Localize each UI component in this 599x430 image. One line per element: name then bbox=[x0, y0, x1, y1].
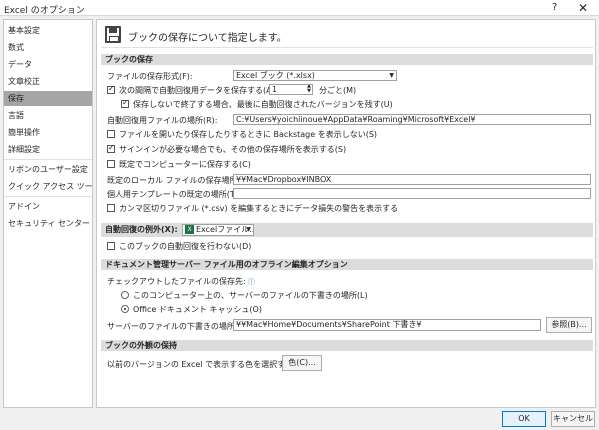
sidebar-item-data[interactable]: データ bbox=[4, 57, 92, 72]
info-icon: ⓘ bbox=[245, 278, 255, 286]
help-button[interactable]: ? bbox=[552, 2, 557, 13]
section-preserve-appearance: ブックの外観の保持 bbox=[101, 340, 593, 351]
sidebar: 基本設定 数式 データ 文章校正 保存 言語 簡単操作 詳細設定 リボンのユーザ… bbox=[3, 19, 93, 408]
colors-label-text: 以前のバージョンの Excel で表示する色を選択する: bbox=[107, 360, 296, 369]
personal-template-label: 個人用テンプレートの既定の場所(T): bbox=[107, 190, 241, 199]
sidebar-item-trust-center[interactable]: セキュリティ センター bbox=[4, 216, 92, 231]
save-to-computer-checkbox[interactable] bbox=[107, 160, 115, 168]
checkout-label: チェックアウトしたファイルの保存先: ⓘ bbox=[107, 276, 255, 288]
default-local-input[interactable]: ¥¥Mac¥Dropbox¥INBOX bbox=[233, 174, 591, 185]
window-title: Excel のオプション bbox=[4, 6, 85, 16]
chevron-down-icon: ▼ bbox=[246, 226, 251, 233]
autorecover-minutes-input[interactable]: 1 ▲ ▼ bbox=[269, 84, 313, 95]
sidebar-item-accessibility[interactable]: 簡単操作 bbox=[4, 125, 92, 140]
keep-last-checkbox[interactable] bbox=[121, 98, 129, 108]
minutes-suffix: 分ごと(M) bbox=[319, 86, 357, 95]
sidebar-item-quick-access-toolbar[interactable]: クイック アクセス ツール バー bbox=[4, 179, 92, 194]
main-panel: ブックの保存について指定します。 ブックの保存 ファイルの保存形式(F): Ex… bbox=[96, 19, 596, 408]
close-button[interactable]: ✕ bbox=[578, 1, 588, 15]
save-icon bbox=[105, 26, 121, 43]
section-save-workbooks: ブックの保存 bbox=[101, 54, 593, 65]
checkout-label-text: チェックアウトしたファイルの保存先: bbox=[107, 277, 246, 286]
disable-autorecover-label: このブックの自動回復を行わない(D) bbox=[119, 242, 252, 251]
server-drafts-radio[interactable] bbox=[121, 291, 129, 299]
drafts-location-label: サーバーのファイルの下書きの場所(V): bbox=[107, 322, 250, 331]
keep-last-label: 保存しないで終了する場合、最後に自動回復されたバージョンを残す(U) bbox=[133, 100, 393, 109]
cancel-button[interactable]: キャンセル bbox=[551, 411, 595, 427]
format-select[interactable]: Excel ブック (*.xlsx) ▼ bbox=[233, 70, 397, 81]
autorecover-location-label: 自動回復用ファイルの場所(R): bbox=[107, 116, 218, 125]
default-local-label: 既定のローカル ファイルの保存場所(I): bbox=[107, 176, 249, 185]
disable-autorecover-checkbox[interactable] bbox=[107, 242, 115, 250]
sidebar-item-general[interactable]: 基本設定 bbox=[4, 23, 92, 38]
sidebar-item-customize-ribbon[interactable]: リボンのユーザー設定 bbox=[4, 162, 92, 177]
sidebar-item-language[interactable]: 言語 bbox=[4, 108, 92, 123]
colors-label: 以前のバージョンの Excel で表示する色を選択する: ⓘ bbox=[107, 359, 305, 371]
chevron-down-icon: ▼ bbox=[389, 72, 394, 79]
show-additional-places-checkbox[interactable] bbox=[107, 143, 115, 153]
format-value: Excel ブック (*.xlsx) bbox=[236, 71, 315, 80]
sidebar-divider bbox=[4, 159, 92, 160]
header-divider bbox=[101, 47, 593, 48]
sidebar-item-save[interactable]: 保存 bbox=[4, 91, 92, 106]
autorecover-label: 次の間隔で自動回復用データを保存する(A): bbox=[119, 86, 278, 95]
no-backstage-checkbox[interactable] bbox=[107, 130, 115, 138]
autorecover-checkbox[interactable] bbox=[107, 84, 115, 94]
save-to-computer-label: 既定でコンピューターに保存する(C) bbox=[119, 160, 251, 169]
autorecover-exceptions-title: 自動回復の例外(X): bbox=[105, 225, 178, 234]
format-label: ファイルの保存形式(F): bbox=[107, 72, 193, 81]
autorecover-location-input[interactable]: C:¥Users¥yoichiinoue¥AppData¥Roaming¥Mic… bbox=[233, 114, 591, 125]
autorecover-minutes-value: 1 bbox=[272, 85, 278, 94]
sidebar-item-proofing[interactable]: 文章校正 bbox=[4, 74, 92, 89]
show-additional-places-label: サインインが必要な場合でも、その他の保存場所を表示する(S) bbox=[119, 145, 347, 154]
workbook-value: Excelファイル... bbox=[196, 225, 254, 234]
personal-template-input[interactable] bbox=[233, 188, 591, 199]
sidebar-divider bbox=[4, 196, 92, 197]
colors-button[interactable]: 色(C)... bbox=[282, 355, 322, 371]
excel-file-icon: X bbox=[185, 225, 194, 234]
section-autorecover-exceptions: 自動回復の例外(X): bbox=[101, 223, 593, 237]
sidebar-item-formulas[interactable]: 数式 bbox=[4, 40, 92, 55]
section-offline-editing: ドキュメント管理サーバー ファイル用のオフライン編集オプション bbox=[101, 259, 593, 270]
title-bar: Excel のオプション ? ✕ bbox=[0, 0, 599, 16]
office-cache-radio[interactable] bbox=[121, 305, 129, 313]
sidebar-item-addins[interactable]: アドイン bbox=[4, 199, 92, 214]
browse-button[interactable]: 参照(B)... bbox=[546, 317, 592, 333]
csv-warning-label: カンマ区切りファイル (*.csv) を編集するときにデータ損失の警告を表示する bbox=[119, 204, 399, 213]
workbook-select[interactable]: X Excelファイル... ▼ bbox=[182, 224, 254, 236]
spinner-arrows-icon[interactable]: ▲ ▼ bbox=[307, 85, 311, 94]
sidebar-item-advanced[interactable]: 詳細設定 bbox=[4, 142, 92, 157]
office-cache-label: Office ドキュメント キャッシュ(O) bbox=[133, 305, 262, 314]
page-header: ブックの保存について指定します。 bbox=[128, 33, 287, 44]
server-drafts-label: このコンピューター上の、サーバーのファイルの下書きの場所(L) bbox=[133, 291, 368, 300]
no-backstage-label: ファイルを開いたり保存したりするときに Backstage を表示しない(S) bbox=[119, 130, 378, 139]
drafts-location-input[interactable]: ¥¥Mac¥Home¥Documents¥SharePoint 下書き¥ bbox=[233, 319, 541, 331]
csv-warning-checkbox[interactable] bbox=[107, 204, 115, 212]
ok-button[interactable]: OK bbox=[502, 411, 546, 427]
